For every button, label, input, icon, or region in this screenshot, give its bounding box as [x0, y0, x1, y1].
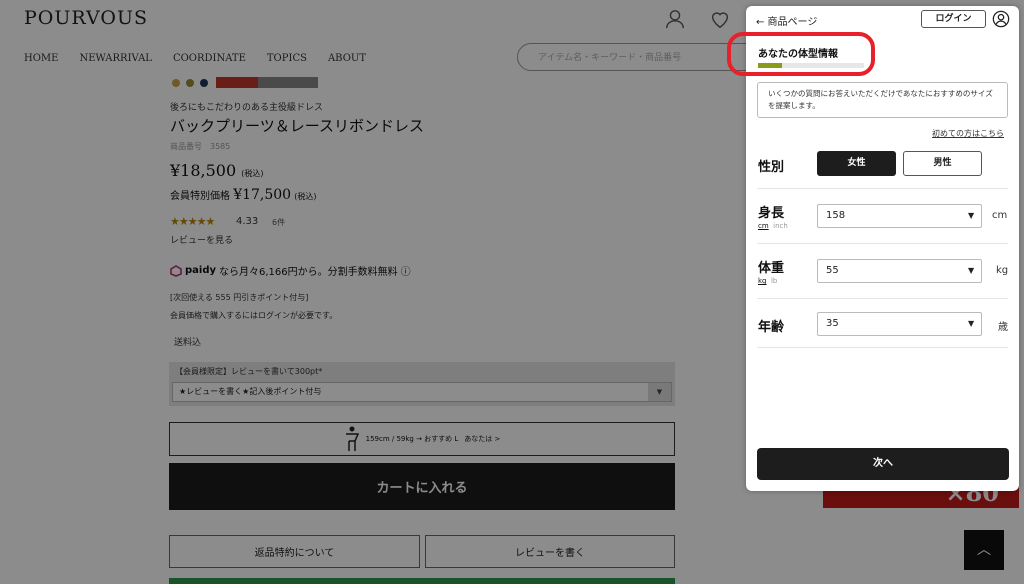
divider [757, 298, 1008, 299]
age-caret-icon[interactable]: ▼ [968, 319, 974, 328]
back-to-product-link[interactable]: ← 商品ページ [756, 13, 817, 28]
weight-unit-toggle[interactable]: kg lb [758, 277, 777, 285]
height-caret-icon[interactable]: ▼ [968, 211, 974, 220]
account-icon[interactable] [992, 10, 1010, 28]
height-label: 身長 [758, 206, 785, 221]
divider [757, 347, 1008, 348]
age-label: 年齢 [758, 320, 785, 335]
age-select[interactable]: 35 [817, 312, 982, 336]
gender-female-button[interactable]: 女性 [817, 151, 896, 176]
weight-label: 体重 [758, 261, 785, 276]
next-button[interactable]: 次へ [757, 448, 1009, 480]
weight-select[interactable]: 55 [817, 259, 982, 283]
weight-caret-icon[interactable]: ▼ [968, 266, 974, 275]
gender-male-button[interactable]: 男性 [903, 151, 982, 176]
weight-unit-kg[interactable]: kg [758, 277, 767, 285]
weight-unit-lb[interactable]: lb [771, 277, 777, 285]
first-time-link[interactable]: 初めての方はこちら [932, 128, 1004, 139]
height-unit-toggle[interactable]: cm inch [758, 222, 788, 230]
height-unit-inch[interactable]: inch [773, 222, 788, 230]
highlight-annotation [727, 32, 875, 76]
intro-text: いくつかの質問にお答えいただくだけであなたにおすすめのサイズを提案します。 [757, 82, 1008, 118]
login-button[interactable]: ログイン [921, 10, 986, 28]
gender-label: 性別 [758, 160, 785, 175]
divider [757, 188, 1008, 189]
weight-unit: kg [996, 265, 1009, 276]
height-unit-cm[interactable]: cm [758, 222, 769, 230]
divider [757, 243, 1008, 244]
height-unit: cm [992, 210, 1008, 221]
size-finder-modal [746, 6, 1019, 491]
age-unit: 歳 [998, 322, 1008, 333]
height-select[interactable]: 158 [817, 204, 982, 228]
